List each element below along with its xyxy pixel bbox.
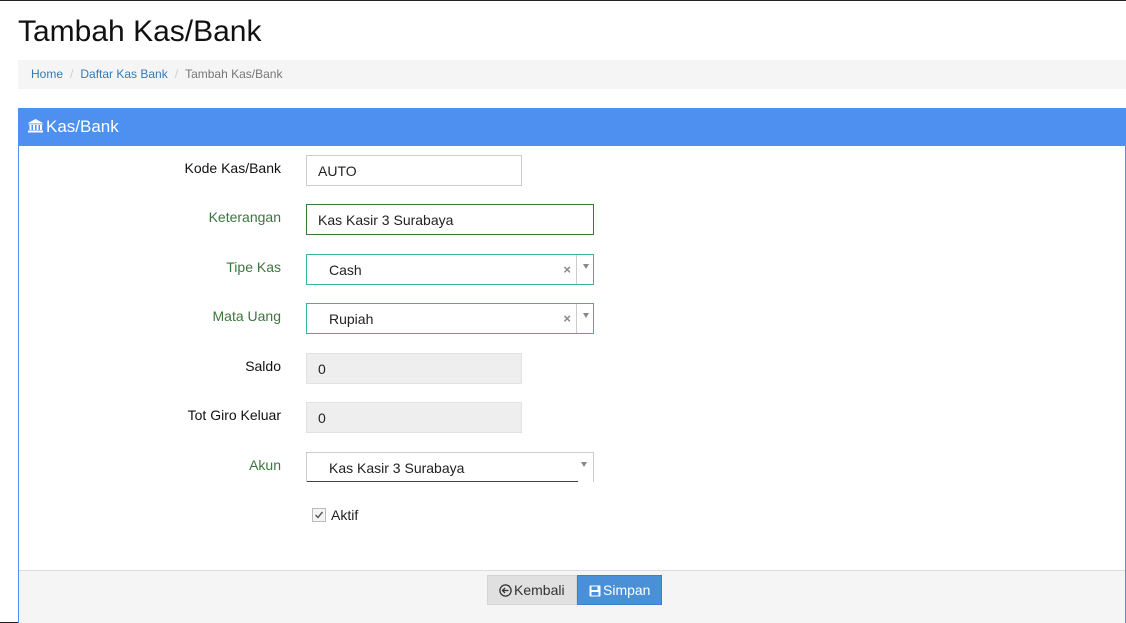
field-row-tipe-kas: Tipe Kas Cash × xyxy=(19,254,719,286)
field-row-mata-uang: Mata Uang Rupiah × xyxy=(19,303,719,335)
save-button[interactable]: Simpan xyxy=(577,575,663,606)
akun-value: Kas Kasir 3 Surabaya xyxy=(329,460,465,476)
breadcrumb-current: Tambah Kas/Bank xyxy=(185,67,283,81)
saldo-input[interactable] xyxy=(306,353,522,384)
arrow-circle-left-icon xyxy=(499,578,512,606)
tot-giro-input[interactable] xyxy=(306,402,522,433)
panel-heading: Kas/Bank xyxy=(19,109,1125,146)
aktif-checkbox[interactable] xyxy=(312,508,326,522)
tipe-kas-value: Cash xyxy=(329,262,362,278)
chevron-down-icon[interactable] xyxy=(581,462,587,467)
clear-icon[interactable]: × xyxy=(563,304,571,333)
tot-giro-label: Tot Giro Keluar xyxy=(187,407,281,423)
breadcrumb-separator: / xyxy=(70,67,74,81)
chevron-down-icon[interactable] xyxy=(583,313,589,318)
breadcrumb-home-link[interactable]: Home xyxy=(31,67,63,81)
select-divider xyxy=(576,304,577,333)
save-button-label: Simpan xyxy=(603,582,651,598)
panel-heading-title: Kas/Bank xyxy=(46,117,119,136)
field-row-akun: Akun Kas Kasir 3 Surabaya xyxy=(19,452,719,484)
chevron-down-icon[interactable] xyxy=(583,264,589,269)
saldo-label: Saldo xyxy=(245,358,281,374)
mata-uang-select[interactable]: Rupiah × xyxy=(306,303,594,334)
field-row-keterangan: Keterangan xyxy=(19,204,719,236)
kas-bank-panel: Kas/Bank Kode Kas/Bank Keterangan Tipe K… xyxy=(18,108,1126,623)
field-row-kode: Kode Kas/Bank xyxy=(19,155,719,187)
breadcrumb-separator: / xyxy=(174,67,179,81)
panel-footer: Kembali Simpan xyxy=(19,570,1125,623)
breadcrumb-list-link[interactable]: Daftar Kas Bank xyxy=(80,67,167,81)
kode-input[interactable] xyxy=(306,155,522,186)
back-button[interactable]: Kembali xyxy=(487,575,577,605)
bank-icon xyxy=(28,110,43,133)
mata-uang-value: Rupiah xyxy=(329,311,374,327)
back-button-label: Kembali xyxy=(514,582,565,598)
keterangan-label: Keterangan xyxy=(208,209,281,225)
field-row-saldo: Saldo xyxy=(19,353,719,385)
akun-label: Akun xyxy=(249,457,281,473)
breadcrumb: Home / Daftar Kas Bank / Tambah Kas/Bank xyxy=(18,60,1126,89)
page-title: Tambah Kas/Bank xyxy=(18,15,262,48)
keterangan-input[interactable] xyxy=(306,204,594,235)
aktif-checkbox-row[interactable]: Aktif xyxy=(312,507,358,523)
aktif-label: Aktif xyxy=(331,507,359,523)
field-row-tot-giro: Tot Giro Keluar xyxy=(19,402,719,434)
check-icon xyxy=(315,511,324,519)
kode-label: Kode Kas/Bank xyxy=(184,160,281,176)
select-divider xyxy=(576,255,577,284)
clear-icon[interactable]: × xyxy=(563,255,571,284)
tipe-kas-select[interactable]: Cash × xyxy=(306,254,594,285)
tipe-kas-label: Tipe Kas xyxy=(226,259,281,275)
akun-select[interactable]: Kas Kasir 3 Surabaya xyxy=(306,452,594,482)
mata-uang-label: Mata Uang xyxy=(212,308,281,324)
select-underline xyxy=(307,481,578,482)
floppy-disk-icon xyxy=(589,578,601,606)
